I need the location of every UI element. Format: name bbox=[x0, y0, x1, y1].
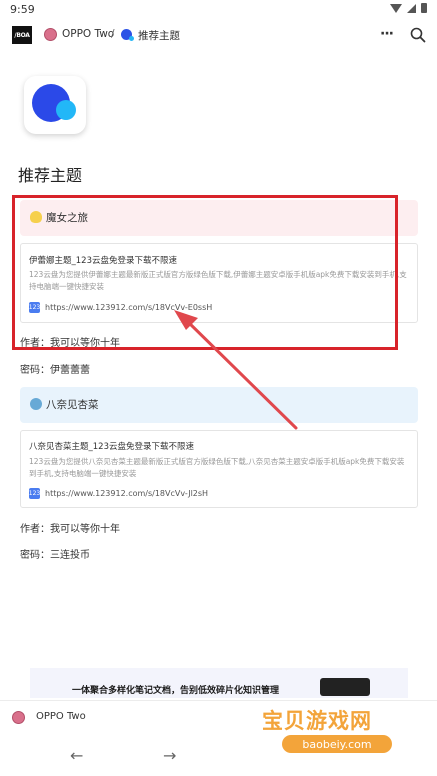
breadcrumb-separator: / bbox=[111, 28, 115, 40]
signal-icon bbox=[407, 3, 416, 13]
link-card-url[interactable]: https://www.123912.com/s/18VcVv-E0ssH bbox=[45, 303, 212, 312]
callout-title: 八奈见杏菜 bbox=[46, 399, 99, 411]
link-card-description: 123云盘为您提供八奈见杏菜主题最新版正式版官方版绿色版下载,八奈见杏菜主题安卓… bbox=[29, 457, 405, 478]
status-time: 9:59 bbox=[10, 3, 35, 16]
workspace-name: OPPO Two bbox=[36, 711, 86, 722]
site-favicon-icon: 123 bbox=[28, 302, 41, 313]
battery-icon bbox=[421, 3, 427, 13]
back-button[interactable]: ← bbox=[70, 746, 83, 765]
link-card-1[interactable]: 伊蕾娜主题_123云盘免登录下载不限速 123云盘为您提供伊蕾娜主题最新版正式版… bbox=[20, 243, 418, 323]
watermark-title: 宝贝游戏网 bbox=[262, 709, 372, 733]
search-icon[interactable] bbox=[410, 27, 426, 43]
breadcrumb-current[interactable]: 推荐主题 bbox=[138, 28, 180, 43]
password-line: 密码：伊蕾蕾蕾 bbox=[20, 365, 90, 376]
lightbulb-icon bbox=[30, 211, 42, 223]
site-watermark: 宝贝游戏网 baobeiy.com bbox=[262, 705, 412, 757]
top-bar: /BOA OPPO Two / 推荐主题 ··· bbox=[0, 20, 437, 52]
page-title: 推荐主题 bbox=[18, 166, 83, 185]
status-bar: 9:59 bbox=[0, 0, 437, 20]
ad-text: 一体聚合多样化笔记文档，告别低效碎片化知识管理 bbox=[72, 686, 280, 696]
workspace-avatar-icon bbox=[44, 28, 57, 41]
cyan-circle-icon bbox=[56, 100, 76, 120]
page-cover-icon bbox=[24, 76, 86, 134]
link-card-url-row: 123 https://www.123912.com/s/18VcVv-Jl2s… bbox=[29, 488, 208, 499]
callout-section-2: 八奈见杏菜 bbox=[20, 387, 418, 423]
ad-image bbox=[320, 678, 370, 696]
author-line: 作者：我可以等你十年 bbox=[20, 524, 120, 535]
watermark-domain: baobeiy.com bbox=[282, 735, 392, 753]
link-card-2[interactable]: 八奈见杏菜主题_123云盘免登录下载不限速 123云盘为您提供八奈见杏菜主题最新… bbox=[20, 430, 418, 508]
breadcrumb-parent[interactable]: OPPO Two bbox=[62, 28, 114, 40]
link-card-title: 伊蕾娜主题_123云盘免登录下载不限速 bbox=[29, 256, 177, 266]
workspace-logo[interactable]: /BOA bbox=[12, 26, 32, 44]
forward-button[interactable]: → bbox=[163, 746, 176, 765]
page-icon bbox=[121, 29, 134, 41]
more-options-button[interactable]: ··· bbox=[380, 26, 394, 42]
author-line: 作者：我可以等你十年 bbox=[20, 338, 120, 349]
link-card-url-row: 123 https://www.123912.com/s/18VcVv-E0ss… bbox=[29, 302, 212, 313]
workspace-avatar-icon bbox=[12, 711, 25, 724]
link-card-description: 123云盘为您提供伊蕾娜主题最新版正式版官方版绿色版下载,伊蕾娜主题安卓版手机版… bbox=[29, 270, 407, 291]
ad-banner[interactable]: 一体聚合多样化笔记文档，告别低效碎片化知识管理 bbox=[30, 668, 408, 698]
wifi-icon bbox=[390, 3, 402, 13]
link-card-title: 八奈见杏菜主题_123云盘免登录下载不限速 bbox=[29, 442, 194, 452]
status-icons bbox=[390, 3, 427, 13]
password-line: 密码：三连投币 bbox=[20, 550, 90, 561]
site-favicon-icon: 123 bbox=[28, 488, 41, 499]
callout-title: 魔女之旅 bbox=[46, 212, 88, 224]
character-emoji-icon bbox=[30, 398, 42, 410]
callout-section-1: 魔女之旅 bbox=[20, 200, 418, 236]
link-card-url[interactable]: https://www.123912.com/s/18VcVv-Jl2sH bbox=[45, 489, 208, 498]
